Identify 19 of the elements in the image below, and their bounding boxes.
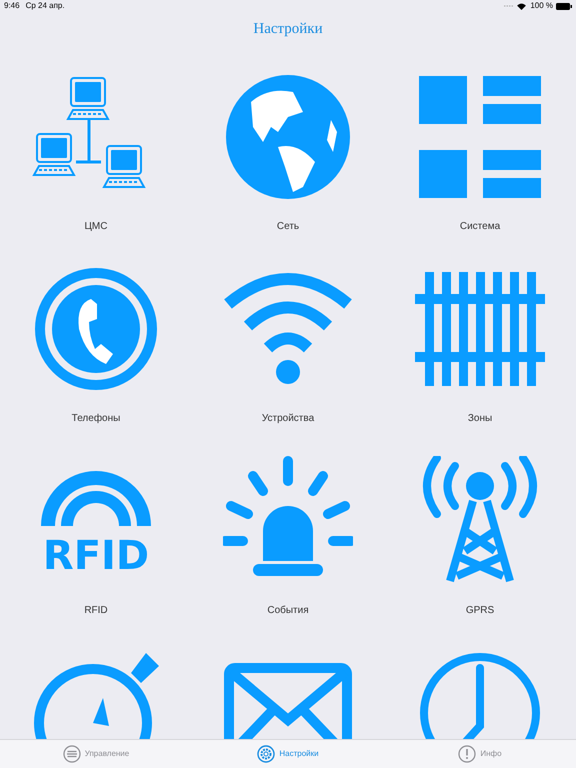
exclamation-icon (458, 745, 476, 763)
battery-icon (556, 2, 572, 10)
wifi-icon (517, 2, 526, 10)
item-label[interactable]: GPRS (466, 603, 494, 619)
item-label[interactable]: Устройства (262, 411, 314, 427)
battery-percent: 100 % (530, 0, 553, 12)
item-label[interactable]: RFID (84, 603, 108, 619)
status-date: Ср 24 апр. (26, 0, 65, 12)
page-title: Настройки (253, 20, 323, 39)
settings-icon (257, 745, 276, 763)
item-label[interactable]: Сеть (276, 219, 300, 235)
status-time: 9:46 (4, 0, 20, 12)
item-label[interactable]: Телефоны (72, 411, 120, 427)
globe-icon (223, 72, 353, 202)
item-label[interactable]: Зоны (468, 411, 492, 427)
list-icon (62, 745, 81, 763)
item-label[interactable]: Система (460, 219, 500, 235)
item-label[interactable]: События (267, 603, 309, 619)
item-label[interactable]: ЦМС (84, 219, 108, 235)
